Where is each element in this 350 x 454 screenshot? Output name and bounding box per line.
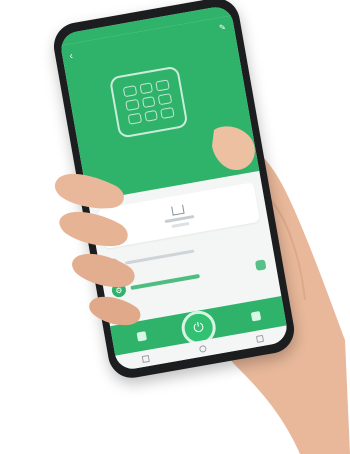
photo-scene: ‹ ✎ ⚙ ⏻ (0, 0, 350, 454)
hand-front (54, 126, 255, 326)
